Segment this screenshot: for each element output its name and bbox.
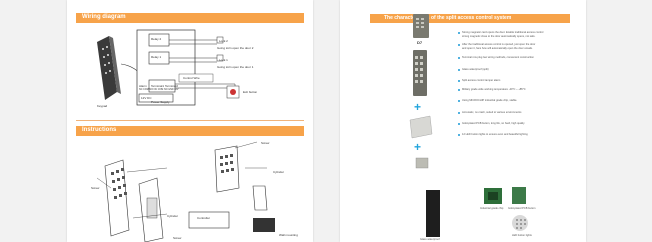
wall-mounting-label: Wall mounting [279,233,298,237]
controller-box-illustration [188,211,275,232]
bullet-icon [458,57,460,59]
wall-plate-illustration [138,177,164,242]
wiring-diagram-header: Wiring diagram [76,13,304,23]
wiring-instructions-page: Wiring diagram Lock 2 Going to/in open t… [67,0,313,242]
caption-chip: Industrial grade chip [480,207,504,210]
keypad-panel-illustration [104,159,130,237]
wiring-diagram-title: Wiring diagram [82,14,126,20]
plus-icon: + [414,140,422,154]
plus-icon: + [414,100,422,114]
exit-button-label: Exit button [243,90,258,94]
lock2-label: Lock 2 [219,39,228,43]
keypad-label: Keypad [97,104,108,108]
feature-item: Strong magnetic card opens the door. Ena… [462,31,544,34]
instructions-header: Instructions [76,126,304,136]
cylinder-label-2: Cylinder [167,214,179,218]
installation-diagram [96,141,275,242]
feature-item: Gold-plated PCB button, long life, no ha… [462,122,525,125]
lock1-note: Going to/in open the door 1 [217,65,254,69]
bullet-icon [458,112,460,114]
characteristics-page: The characteristics of the split access … [340,0,586,242]
power-supply-label: Power Supply [151,100,170,104]
controller-label: Controller [197,216,211,220]
bullet-icon [458,134,460,136]
feature-item: Anti-static, no crash, suited to various… [462,111,522,114]
bullet-icon [458,69,460,71]
feature-item: Using MICROCHIP industrial grade chip, s… [462,99,518,102]
caption-glass: Glass waterproof [420,238,440,241]
lock2-note: Going to/in open the door 2 [217,46,254,50]
lock1-label: Lock 1 [219,58,228,62]
feature-item: After the traditional access control is … [462,43,536,46]
product-code: D7 [417,40,423,45]
wiring-diagram [97,29,240,106]
bullet-icon [458,32,460,34]
relay1-label: Relay 1 [151,55,162,59]
feature-item: and open it, fans how will automatically… [462,47,533,50]
bullet-icon [458,80,460,82]
divider [76,120,304,121]
wire-note: Control Wire [183,76,200,80]
relay2-label: Relay 2 [151,37,162,41]
bullet-icon [458,100,460,102]
feature-item: Terminal row plug two wiring methods, co… [462,56,534,59]
bullet-icon [458,44,460,46]
feature-item: 12 LED button lights to ensure even and … [462,133,528,136]
screw-label-2: Screw [261,141,270,145]
feature-item: Military grade wide working temperature … [462,88,526,91]
bullet-icon [458,89,460,91]
terminal-pins: NC COM NO NC COM NO GND 12V [139,88,179,91]
feature-item: Split access control tamper alarm [462,79,501,82]
cylinder-label-1: Cylinder [273,170,285,174]
caption-led: LED button lights [512,234,532,237]
keypad-cover-illustration [214,145,268,211]
instructions-title: Instructions [82,127,117,133]
feature-item: Glass waterproof (split) [462,68,489,71]
screw-label-1: Screw [91,186,100,190]
bullet-icon [458,123,460,125]
feature-item: strong magnetic close to the door automa… [462,35,536,38]
screw-label-3: Screw [173,236,182,240]
caption-pcb: Gold-plated PCB button [508,207,536,210]
power-label: 12V DC [141,96,152,100]
